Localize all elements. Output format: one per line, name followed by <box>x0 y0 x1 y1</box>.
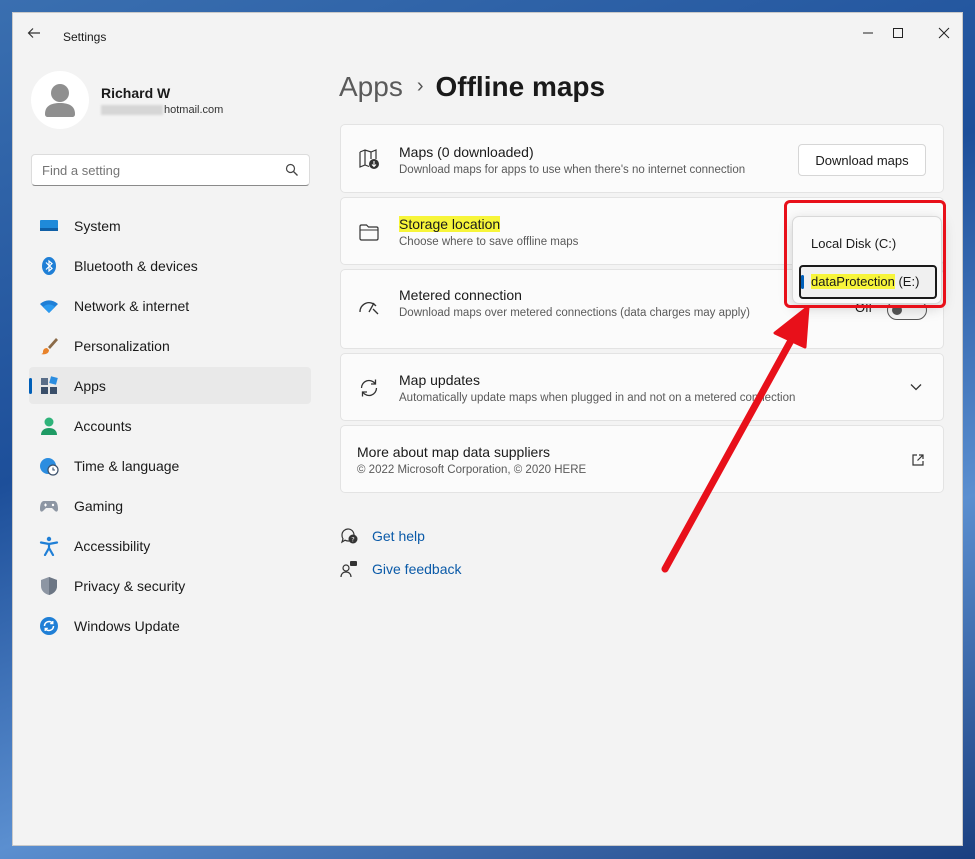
sidebar-item-accessibility[interactable]: Accessibility <box>29 527 311 564</box>
get-help-link[interactable]: ? Get help <box>340 527 425 545</box>
sidebar-item-bluetooth[interactable]: Bluetooth & devices <box>29 247 311 284</box>
page-title: Offline maps <box>435 71 606 102</box>
sidebar-item-personalization[interactable]: Personalization <box>29 327 311 364</box>
brush-icon <box>41 337 58 354</box>
storage-location-title: Storage location <box>399 216 501 232</box>
feedback-icon <box>340 561 357 578</box>
sidebar-item-accounts[interactable]: Accounts <box>29 407 311 444</box>
sidebar-item-label: Time & language <box>74 457 180 474</box>
profile-email: hotmail.com <box>101 104 223 116</box>
avatar[interactable] <box>31 71 89 129</box>
map-data-suppliers-card[interactable]: More about map data suppliers © 2022 Mic… <box>340 425 944 493</box>
get-help-label: Get help <box>372 528 425 544</box>
monitor-icon <box>40 219 58 231</box>
help-chat-icon: ? <box>340 528 358 544</box>
update-icon <box>40 616 58 635</box>
settings-window: Settings Richard W hotmail.com System Bl… <box>12 12 963 846</box>
annotation-highlight-box <box>784 200 946 308</box>
sidebar-item-label: System <box>74 217 121 234</box>
sidebar-item-windows-update[interactable]: Windows Update <box>29 607 311 644</box>
map-updates-title: Map updates <box>399 372 480 388</box>
storage-location-label: Storage location <box>399 216 501 232</box>
search-icon[interactable] <box>285 163 299 177</box>
sidebar-item-apps[interactable]: Apps <box>29 367 311 404</box>
breadcrumb: Apps › Offline maps <box>339 71 605 103</box>
globe-clock-icon <box>40 457 59 476</box>
wifi-icon <box>40 299 58 313</box>
breadcrumb-separator: › <box>416 75 424 97</box>
sidebar-item-label: Accessibility <box>74 537 151 554</box>
sidebar-item-label: Privacy & security <box>74 577 186 594</box>
search-box[interactable] <box>31 154 310 186</box>
redacted-email-part <box>101 105 163 116</box>
storage-location-description: Choose where to save offline maps <box>399 236 579 248</box>
folder-icon <box>359 224 379 241</box>
person-icon <box>41 417 57 435</box>
map-data-suppliers-copyright: © 2022 Microsoft Corporation, © 2020 HER… <box>357 464 587 476</box>
close-button[interactable] <box>921 21 962 49</box>
give-feedback-link[interactable]: Give feedback <box>340 560 462 578</box>
external-link-icon[interactable] <box>911 453 925 467</box>
profile-name: Richard W <box>101 85 171 101</box>
close-icon <box>938 27 950 39</box>
shield-icon <box>41 576 57 595</box>
accessibility-icon <box>39 536 59 556</box>
map-data-suppliers-title: More about map data suppliers <box>357 444 550 460</box>
back-arrow-icon <box>27 28 40 38</box>
bluetooth-icon <box>42 256 56 275</box>
maps-card-title: Maps (0 downloaded) <box>399 144 534 160</box>
back-button[interactable] <box>27 26 49 46</box>
download-maps-button[interactable]: Download maps <box>798 144 926 176</box>
sidebar-item-system[interactable]: System <box>29 207 311 244</box>
chevron-down-icon[interactable] <box>909 380 923 394</box>
sidebar-item-network[interactable]: Network & internet <box>29 287 311 324</box>
search-input[interactable] <box>32 155 272 185</box>
metered-connection-description: Download maps over metered connections (… <box>399 307 750 319</box>
metered-connection-title: Metered connection <box>399 287 522 303</box>
maps-card-description: Download maps for apps to use when there… <box>399 164 746 176</box>
map-updates-card[interactable]: Map updates Automatically update maps wh… <box>340 353 944 421</box>
gamepad-icon <box>40 500 58 512</box>
map-updates-description: Automatically update maps when plugged i… <box>399 392 796 404</box>
sidebar-item-label: Bluetooth & devices <box>74 257 198 274</box>
sidebar-item-label: Apps <box>74 377 106 394</box>
sidebar-item-label: Personalization <box>74 337 170 354</box>
map-download-icon <box>359 149 379 169</box>
maximize-button[interactable] <box>875 21 921 49</box>
sidebar-item-time-language[interactable]: Time & language <box>29 447 311 484</box>
maps-card: Maps (0 downloaded) Download maps for ap… <box>340 124 944 193</box>
give-feedback-label: Give feedback <box>372 561 462 577</box>
sidebar-item-label: Accounts <box>74 417 132 434</box>
breadcrumb-parent[interactable]: Apps <box>339 71 403 102</box>
gauge-icon <box>359 302 379 315</box>
sidebar-item-label: Windows Update <box>74 617 180 634</box>
user-silhouette-icon <box>45 84 75 117</box>
minimize-icon <box>863 32 873 34</box>
sidebar-item-gaming[interactable]: Gaming <box>29 487 311 524</box>
sidebar-item-privacy-security[interactable]: Privacy & security <box>29 567 311 604</box>
app-title: Settings <box>63 30 107 44</box>
refresh-icon <box>360 379 378 397</box>
email-domain: hotmail.com <box>164 104 224 116</box>
sidebar-item-label: Network & internet <box>74 297 190 314</box>
sidebar-nav: System Bluetooth & devices Network & int… <box>29 207 311 647</box>
maximize-icon <box>893 28 903 38</box>
apps-icon <box>41 375 58 394</box>
sidebar-item-label: Gaming <box>74 497 124 514</box>
title-bar: Settings <box>13 13 962 57</box>
svg-text:?: ? <box>351 536 354 544</box>
